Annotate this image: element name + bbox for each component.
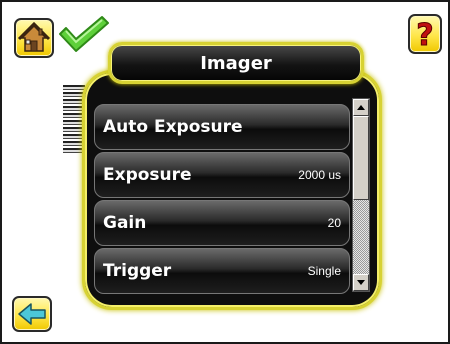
- item-value: 2000 us: [298, 168, 341, 182]
- arrow-up-icon: [357, 105, 365, 110]
- list-item-trigger[interactable]: Trigger Single: [94, 248, 350, 294]
- item-label: Trigger: [103, 261, 172, 281]
- page-title: Imager: [200, 52, 272, 74]
- help-icon: ?: [416, 18, 434, 53]
- home-button[interactable]: [14, 18, 54, 58]
- scroll-up-button[interactable]: [353, 99, 369, 116]
- list-item-gain[interactable]: Gain 20: [94, 200, 350, 246]
- item-value: Single: [307, 264, 341, 278]
- home-icon: [17, 21, 51, 52]
- arrow-down-icon: [357, 280, 365, 285]
- check-icon: [59, 16, 109, 52]
- item-value: 20: [327, 216, 341, 230]
- scroll-down-button[interactable]: [353, 274, 369, 291]
- item-label: Gain: [103, 213, 147, 233]
- help-button[interactable]: ?: [408, 14, 442, 54]
- scroll-thumb[interactable]: [353, 116, 369, 200]
- list-item-exposure[interactable]: Exposure 2000 us: [94, 152, 350, 198]
- back-arrow-icon: [18, 303, 46, 325]
- settings-list: Auto Exposure Exposure 2000 us Gain 20 T…: [94, 100, 350, 298]
- back-button[interactable]: [12, 296, 52, 332]
- item-label: Auto Exposure: [103, 117, 243, 137]
- title-bar: Imager: [108, 42, 364, 84]
- list-item-auto-exposure[interactable]: Auto Exposure: [94, 104, 350, 150]
- item-label: Exposure: [103, 165, 192, 185]
- scrollbar[interactable]: [352, 98, 370, 292]
- svg-text:?: ?: [416, 18, 433, 52]
